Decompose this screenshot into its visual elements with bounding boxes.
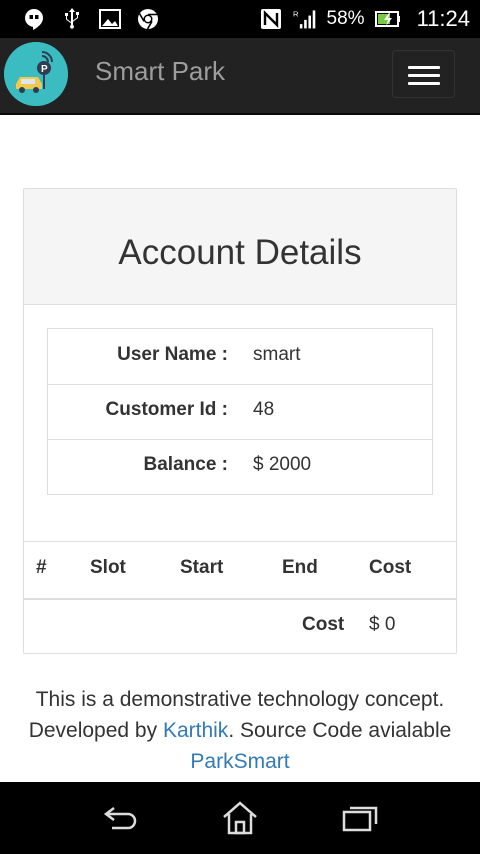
column-header-cost: Cost [369, 557, 412, 578]
recent-apps-icon[interactable] [340, 800, 380, 836]
nfc-icon [260, 9, 281, 29]
gallery-icon [99, 9, 121, 29]
chrome-icon [138, 9, 158, 30]
detail-value: smart [253, 344, 301, 365]
detail-label: User Name : [117, 344, 228, 365]
hamburger-menu-icon [408, 66, 440, 69]
column-header-number: # [36, 557, 47, 578]
total-cost-label: Cost [302, 614, 345, 635]
account-details-table: User Name : smart Customer Id : 48 Balan… [47, 328, 433, 495]
column-header-end: End [282, 557, 318, 578]
svg-text:R: R [293, 9, 299, 18]
signal-icon: R [293, 9, 315, 29]
brand-title[interactable]: Smart Park [95, 56, 225, 87]
system-nav-bar [0, 782, 480, 854]
parking-car-logo-icon[interactable]: P [4, 42, 68, 106]
detail-label: Balance : [143, 454, 228, 475]
hamburger-menu-button[interactable] [392, 50, 455, 98]
bookings-total-row: Cost $ 0 [24, 599, 456, 653]
footer-text: . Source Code avialable [228, 719, 452, 742]
detail-label: Customer Id : [105, 399, 228, 420]
detail-row-username: User Name : smart [48, 329, 432, 385]
detail-row-customer-id: Customer Id : 48 [48, 384, 432, 440]
detail-value: 48 [253, 399, 275, 420]
column-header-start: Start [180, 557, 224, 578]
detail-row-balance: Balance : $ 2000 [48, 439, 432, 494]
footer-note: This is a demonstrative technology conce… [0, 684, 480, 777]
status-bar: R 58% 11:24 [0, 0, 480, 38]
developer-link[interactable]: Karthik [163, 719, 228, 742]
account-panel: Account Details User Name : smart Custom… [23, 188, 457, 654]
panel-heading: Account Details [24, 189, 456, 305]
total-cost-value: $ 0 [369, 614, 396, 635]
hangouts-icon [25, 9, 43, 30]
back-icon[interactable] [100, 800, 140, 836]
source-code-link[interactable]: ParkSmart [190, 750, 289, 773]
home-icon[interactable] [220, 800, 260, 836]
app-navbar: P Smart Park [0, 38, 480, 115]
svg-text:P: P [41, 64, 48, 75]
bookings-table-header: # Slot Start End Cost [24, 541, 456, 600]
page-title: Account Details [118, 233, 362, 272]
detail-value: $ 2000 [253, 454, 312, 475]
battery-icon [374, 11, 400, 27]
usb-icon [65, 8, 79, 29]
battery-percent: 58% [326, 8, 365, 29]
column-header-slot: Slot [90, 557, 126, 578]
clock: 11:24 [416, 6, 470, 31]
